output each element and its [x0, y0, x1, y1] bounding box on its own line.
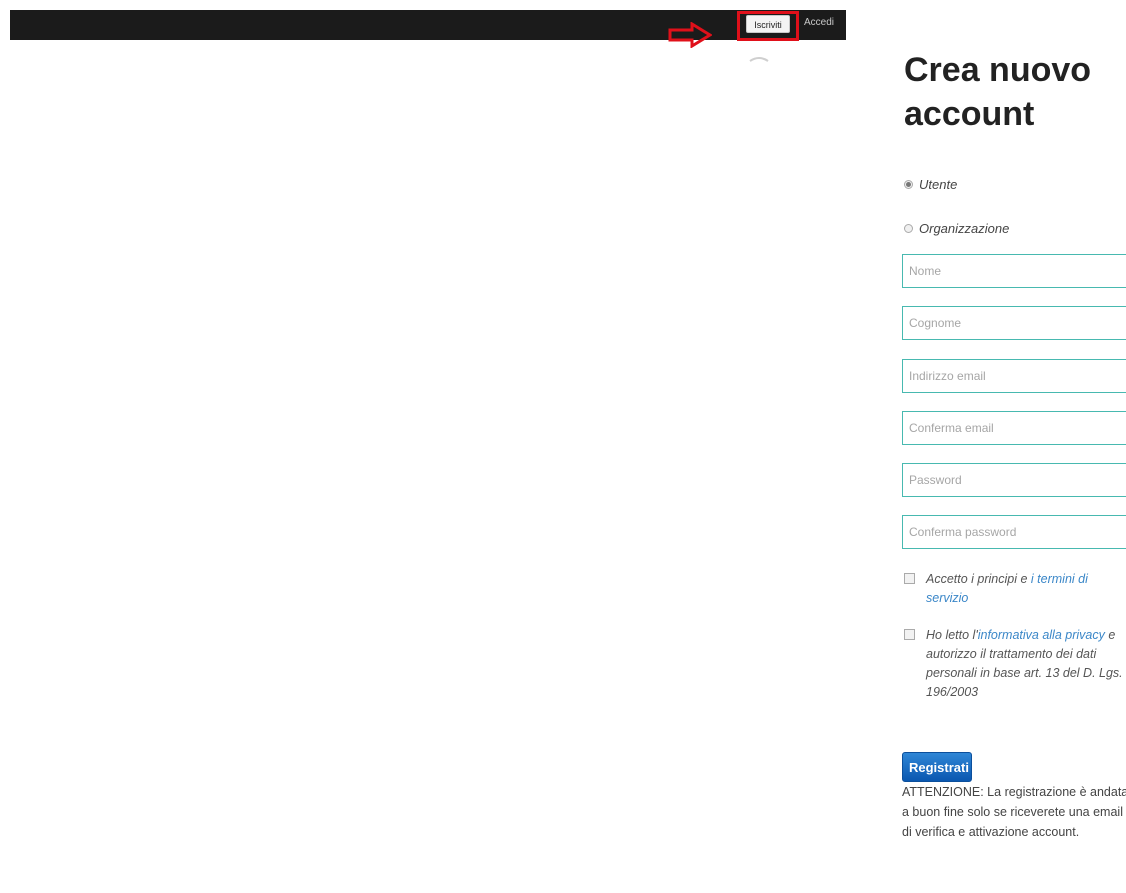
privacy-text: Ho letto l'informativa alla privacy e au…	[902, 626, 1126, 702]
terms-checkbox-row: Accetto i principi e i termini di serviz…	[902, 570, 1126, 608]
last-name-input[interactable]	[902, 306, 1126, 340]
radio-organization[interactable]	[904, 223, 913, 233]
privacy-link[interactable]: informativa alla privacy	[978, 628, 1105, 642]
dropdown-caret-icon	[749, 57, 769, 62]
confirm-email-input[interactable]	[902, 411, 1126, 445]
first-name-input[interactable]	[902, 254, 1126, 288]
radio-user-label: Utente	[919, 176, 958, 192]
privacy-checkbox[interactable]	[904, 629, 915, 640]
login-link[interactable]: Accedi	[804, 17, 834, 28]
register-button[interactable]: Registrati	[902, 752, 972, 782]
signup-button[interactable]: Iscriviti	[746, 15, 790, 33]
signup-panel: Crea nuovo account Utente Organizzazione…	[900, 0, 1126, 893]
radio-user[interactable]	[904, 179, 913, 189]
terms-checkbox[interactable]	[904, 573, 915, 584]
page-title: Crea nuovo account	[904, 51, 1092, 133]
privacy-prefix: Ho letto l'	[926, 628, 978, 642]
privacy-checkbox-row: Ho letto l'informativa alla privacy e au…	[902, 626, 1126, 702]
registration-notice: ATTENZIONE: La registrazione è andata a …	[902, 785, 1126, 839]
top-navbar	[10, 10, 846, 40]
confirm-password-input[interactable]	[902, 515, 1126, 549]
arrow-right-icon	[668, 22, 712, 48]
account-type-organization-option[interactable]: Organizzazione	[904, 218, 1009, 238]
email-input[interactable]	[902, 359, 1126, 393]
terms-text: Accetto i principi e i termini di serviz…	[902, 570, 1126, 608]
account-type-user-option[interactable]: Utente	[904, 174, 957, 194]
radio-organization-label: Organizzazione	[919, 220, 1010, 236]
password-input[interactable]	[902, 463, 1126, 497]
terms-prefix: Accetto i principi e	[926, 572, 1031, 586]
page: Iscriviti Accedi Crea nuovo account Uten…	[0, 0, 1126, 893]
